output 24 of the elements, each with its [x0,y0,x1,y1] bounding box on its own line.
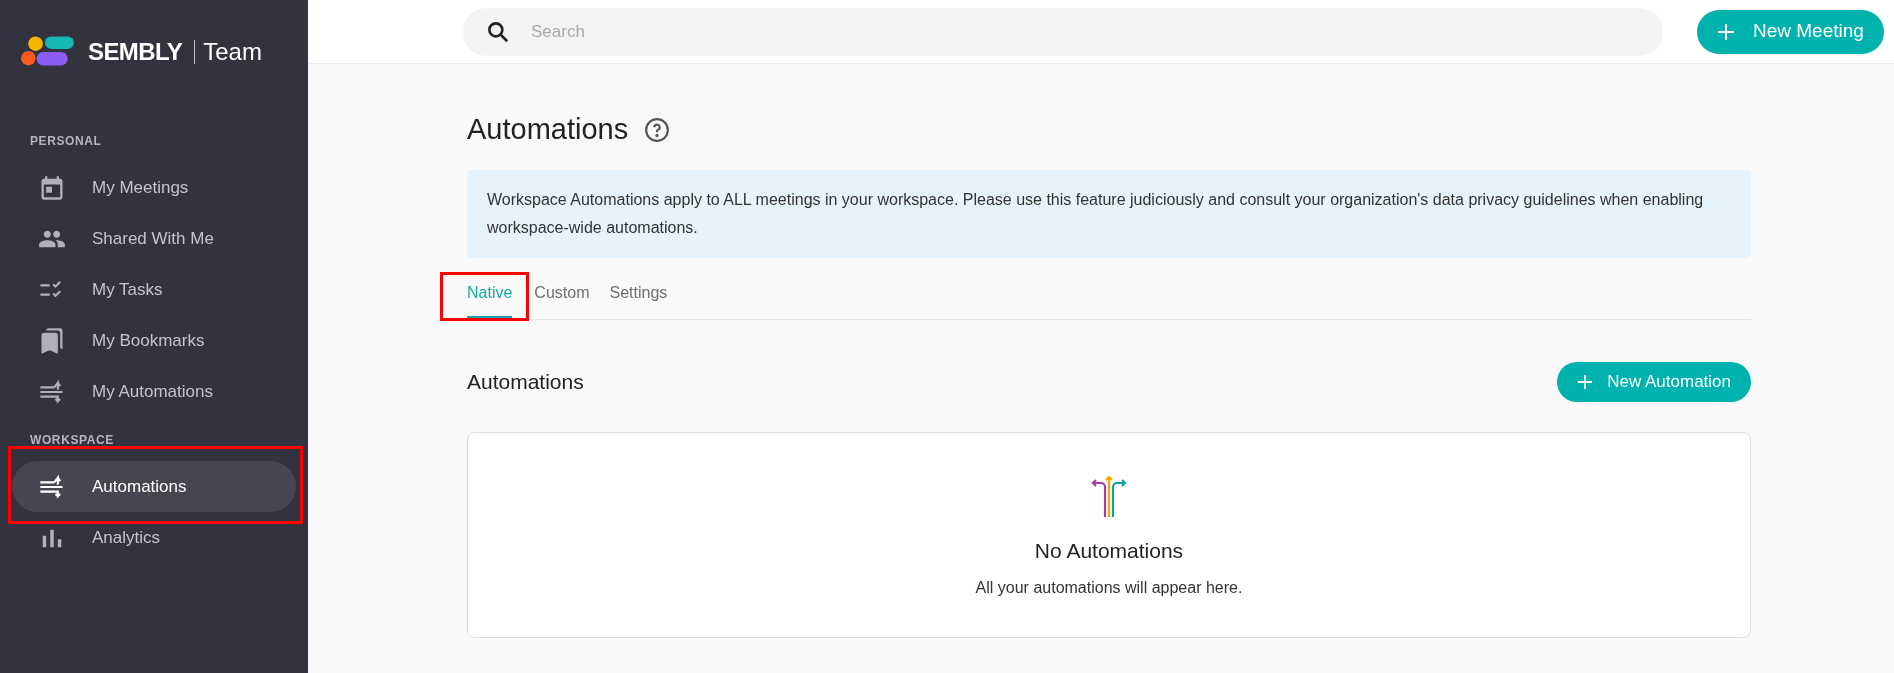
sidebar-item[interactable]: My Automations [12,366,296,417]
plus-icon [1577,373,1594,390]
brand-edition: Team [203,37,262,67]
sidebar-item[interactable]: Shared With Me [12,213,296,264]
section-heading: PERSONAL [29,133,103,150]
sidebar-item[interactable]: Analytics [12,512,296,563]
tab[interactable]: Settings [609,270,668,319]
arrows-icon [38,472,66,501]
empty-state-message: All your automations will appear here. [975,578,1243,598]
brand-name: SEMBLY [88,37,183,67]
section-heading: WORKSPACE [29,432,115,449]
section-title: Automations [467,368,584,395]
sidebar-item[interactable]: Automations [12,461,296,512]
search-field[interactable]: Search [463,7,1663,56]
empty-state-title: No Automations [1034,537,1184,564]
plus-icon [1717,22,1735,41]
sidebar-item[interactable]: My Bookmarks [12,315,296,366]
tab[interactable]: Custom [534,270,590,319]
help-icon[interactable] [644,116,671,143]
page-title: Automations [467,112,629,147]
arrows-icon [38,377,66,406]
sidebar-item[interactable]: My Tasks [12,264,296,315]
info-notice: Workspace Automations apply to ALL meetings in your workspace. Please use this feature judiciously and consult your organization's data privacy guidelines when enabling workspace-wide automations. [467,169,1751,258]
sidebar-item[interactable]: My Meetings [12,162,296,213]
